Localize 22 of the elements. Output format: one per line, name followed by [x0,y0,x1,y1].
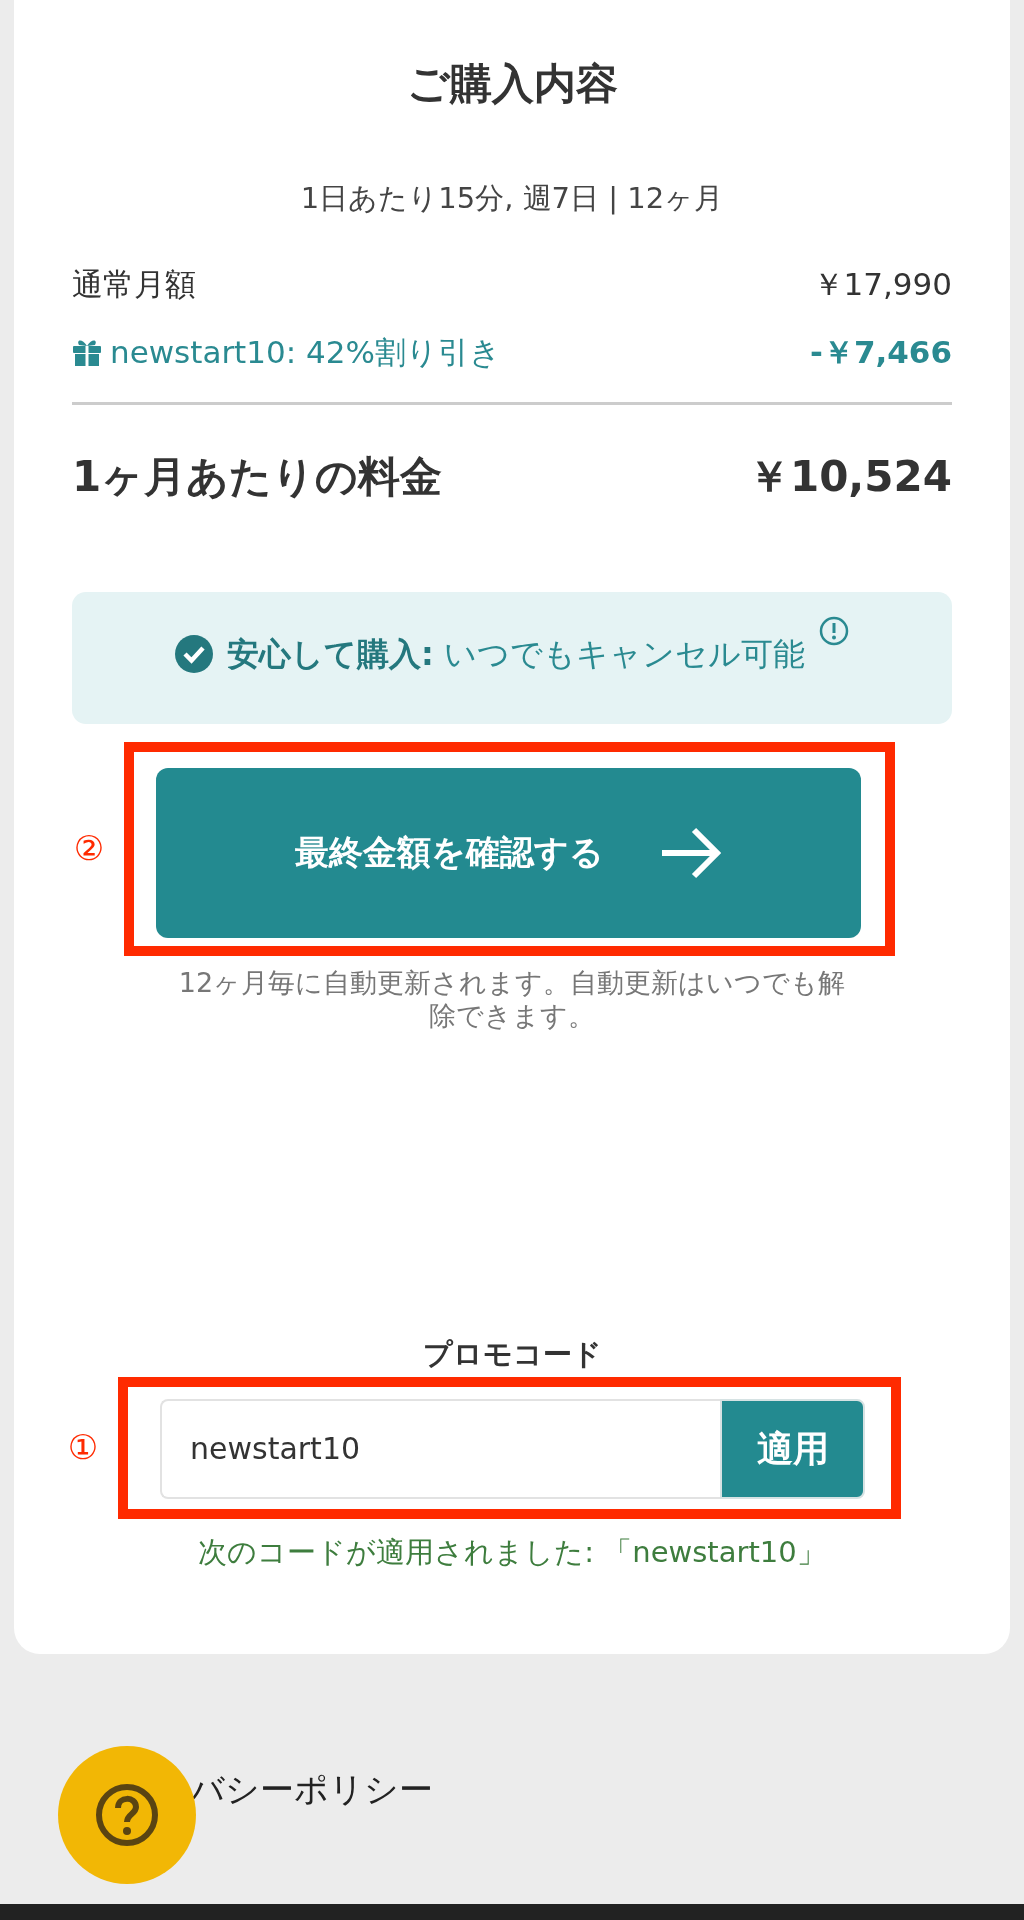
annotation-number: ② [72,827,106,870]
discount-amount: -￥7,466 [810,333,952,372]
apply-button[interactable]: 適用 [720,1398,865,1499]
question-icon [94,1782,160,1848]
summary-title: ご購入内容 [405,58,619,110]
total-label: 1ヶ月あたりの料金 [72,450,443,503]
price-label: 通常月額 [72,264,196,304]
price-amount: ￥17,990 [812,264,952,304]
info-icon[interactable] [819,615,849,646]
gift-icon [72,338,102,367]
promo-code-field[interactable]: newstart10 [160,1398,720,1499]
total-amount: ￥10,524 [747,450,952,503]
check-circle-icon [175,634,213,673]
discount-label: newstart10: 42%割り引き [110,333,501,372]
renewal-note: 12ヶ月毎に自動更新されます。自動更新はいつでも解除できます。 [177,965,847,1033]
promo-label: プロモコード [421,1336,603,1373]
annotation-number: ① [66,1426,100,1469]
arrow-right-icon [660,826,722,879]
plan-description: 1日あたり15分, 週7日 | 12ヶ月 [299,180,725,217]
promo-success-message: 次のコードが適用されました: 「newstart10」 [197,1533,827,1571]
guarantee-text: 安心して購入: いつでもキャンセル可能 [227,633,805,675]
confirm-button[interactable]: 最終金額を確認する [156,767,861,938]
